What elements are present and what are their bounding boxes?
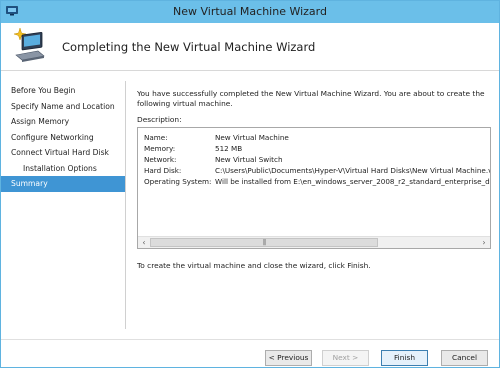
wizard-step-nav: Before You Begin Specify Name and Locati… [1,83,125,192]
footer-divider [1,339,499,340]
next-button[interactable]: Next > [322,350,369,366]
description-value: Will be installed from E:\en_windows_ser… [215,177,490,186]
intro-text: You have successfully completed the New … [137,89,485,108]
nav-divider [125,81,126,329]
description-key: Network: [144,155,177,164]
scrollbar-thumb[interactable]: ||| [150,238,378,247]
nav-item-before-you-begin[interactable]: Before You Begin [1,83,125,99]
scroll-left-icon[interactable]: ‹ [138,237,150,248]
header-title: Completing the New Virtual Machine Wizar… [62,40,316,54]
description-key: Name: [144,133,168,142]
nav-item-connect-vhd[interactable]: Connect Virtual Hard Disk [1,145,125,161]
description-value: C:\Users\Public\Documents\Hyper-V\Virtua… [215,166,491,175]
description-key: Memory: [144,144,176,153]
grip-icon: ||| [262,239,266,246]
cancel-button[interactable]: Cancel [441,350,488,366]
description-value: New Virtual Switch [215,155,283,164]
finish-button[interactable]: Finish [381,350,428,366]
nav-item-summary[interactable]: Summary [1,176,125,192]
wizard-header: Completing the New Virtual Machine Wizar… [1,23,499,71]
nav-item-specify-name[interactable]: Specify Name and Location [1,99,125,115]
nav-item-configure-networking[interactable]: Configure Networking [1,130,125,146]
window-title: New Virtual Machine Wizard [173,5,327,18]
description-value: 512 MB [215,144,243,153]
title-bar[interactable]: New Virtual Machine Wizard [1,1,499,23]
description-key: Operating System: [144,177,212,186]
previous-button[interactable]: < Previous [265,350,312,366]
finish-instruction: To create the virtual machine and close … [137,261,371,270]
description-value: New Virtual Machine [215,133,289,142]
horizontal-scrollbar[interactable]: ‹ ||| › [138,236,490,248]
description-label: Description: [137,115,182,124]
wizard-window: New Virtual Machine Wizard Completing th… [0,0,500,368]
description-key: Hard Disk: [144,166,182,175]
nav-item-installation-options[interactable]: Installation Options [1,161,125,177]
computer-sparkle-icon [13,27,45,62]
description-box[interactable]: Name: New Virtual Machine Memory: 512 MB… [137,127,491,249]
scroll-right-icon[interactable]: › [478,237,490,248]
nav-item-assign-memory[interactable]: Assign Memory [1,114,125,130]
